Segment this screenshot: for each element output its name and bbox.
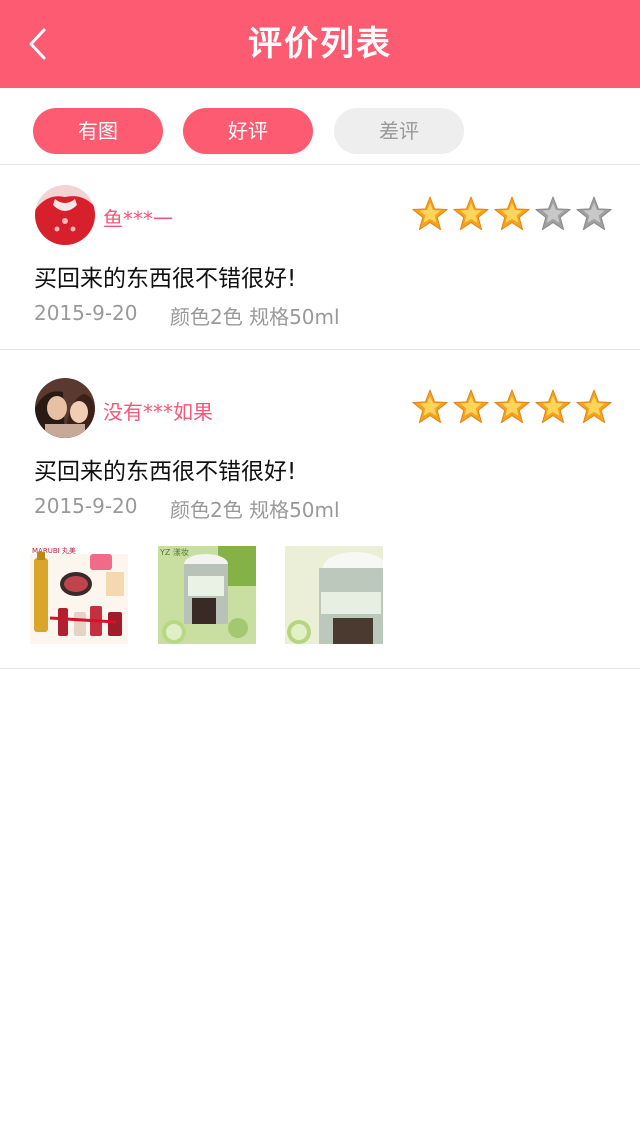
thumbnail-brand-text: YZ 漾妆 [159,547,189,557]
review-image-thumbnail[interactable] [285,546,383,644]
avatar [35,185,95,245]
star-filled-icon [494,389,530,424]
review-date: 2015-9-20 [34,301,138,325]
star-empty-icon [535,196,571,231]
review-comment: 买回来的东西很不错很好! [34,459,297,485]
star-filled-icon [453,389,489,424]
review-image-thumbnail[interactable]: MARUBI 丸美 [30,546,128,644]
star-filled-icon [453,196,489,231]
review-item: 没有***如果 买回来的东西很不错很好! 2015-9-20 颜色2色 规格50… [0,350,640,669]
username: 鱼***一 [103,207,173,231]
filter-with-images-button[interactable]: 有图 [33,108,163,154]
star-filled-icon [494,196,530,231]
star-empty-icon [576,196,612,231]
avatar [35,378,95,438]
star-filled-icon [412,196,448,231]
page-title: 评价列表 [248,24,392,64]
review-item: 鱼***一 买回来的东西很不错很好! 2015-9-20 颜色2色 规格50ml [0,165,640,350]
filter-negative-button[interactable]: 差评 [334,108,464,154]
app-header: 评价列表 [0,0,640,88]
review-date: 2015-9-20 [34,494,138,518]
review-spec: 颜色2色 规格50ml [170,305,340,329]
star-filled-icon [535,389,571,424]
review-comment: 买回来的东西很不错很好! [34,266,297,292]
filter-bar: 有图 好评 差评 [0,88,640,165]
review-image-thumbnail[interactable]: YZ 漾妆 [158,546,256,644]
filter-positive-button[interactable]: 好评 [183,108,313,154]
username: 没有***如果 [103,400,213,424]
star-filled-icon [576,389,612,424]
review-spec: 颜色2色 规格50ml [170,498,340,522]
star-filled-icon [412,389,448,424]
